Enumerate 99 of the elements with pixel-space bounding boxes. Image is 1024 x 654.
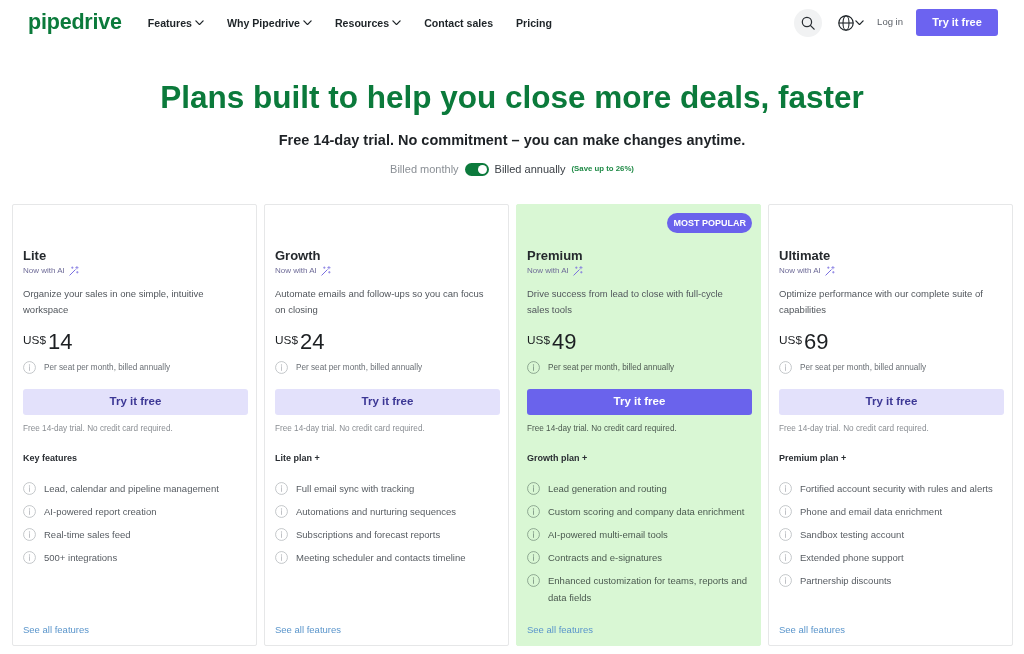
globe-icon <box>838 14 855 31</box>
price: 24 <box>299 329 325 355</box>
feature-item: Custom scoring and company data enrichment <box>548 505 745 519</box>
magic-wand-icon <box>320 266 331 276</box>
feature-item: Contracts and e-signatures <box>548 551 663 565</box>
currency: US$ <box>527 332 550 348</box>
price-note: Per seat per month, billed annually <box>296 362 423 374</box>
page-title: Plans built to help you close more deals, faster <box>159 79 865 116</box>
magic-wand-icon <box>824 266 835 276</box>
trial-note: Free 14-day trial. No credit card required. <box>779 423 930 434</box>
feature-item: AI-powered report creation <box>44 505 157 519</box>
login-link[interactable]: Log in <box>877 15 903 30</box>
info-icon <box>23 505 36 518</box>
info-icon <box>527 505 540 518</box>
info-icon <box>23 361 36 374</box>
info-icon <box>527 551 540 564</box>
billing-label: Billed annually <box>494 162 566 176</box>
search-icon <box>801 15 816 30</box>
info-icon <box>23 482 36 495</box>
plan-badge: MOST POPULAR <box>667 213 752 233</box>
price: 69 <box>803 329 829 355</box>
feature-item: Partnership discounts <box>800 574 892 588</box>
plan-description: Drive success from lead to close with full-cycle sales tools <box>527 287 724 317</box>
features-heading: Growth plan + <box>527 452 589 464</box>
plan-description: Optimize performance with our complete suite of capabilities <box>779 287 984 317</box>
try-free-button[interactable]: Try it free <box>23 389 248 415</box>
billing-label: Billed monthly <box>390 162 459 176</box>
currency: US$ <box>779 332 802 348</box>
logo[interactable]: pipedrive <box>28 11 122 34</box>
feature-item: Fortified account security with rules and alerts <box>800 482 993 496</box>
feature-item: Lead, calendar and pipeline management <box>44 482 219 496</box>
info-icon <box>779 574 792 587</box>
plan-name: Premium <box>527 247 584 264</box>
price-note: Per seat per month, billed annually <box>44 362 171 374</box>
feature-item: Meeting scheduler and contacts timeline <box>296 551 466 565</box>
plan-name: Ultimate <box>779 247 832 264</box>
search-button[interactable] <box>794 8 823 37</box>
feature-item: Real-time sales feed <box>44 528 131 542</box>
ai-note: Now with AI <box>275 265 317 277</box>
feature-item: Sandbox testing account <box>800 528 905 542</box>
info-icon <box>275 505 288 518</box>
feature-item: Extended phone support <box>800 551 904 565</box>
trial-note: Free 14-day trial. No credit card required. <box>527 423 678 434</box>
info-icon <box>527 574 540 587</box>
feature-item: Lead generation and routing <box>548 482 667 496</box>
plan-description: Automate emails and follow-ups so you can focus on closing <box>275 287 485 317</box>
price-note: Per seat per month, billed annually <box>800 362 927 374</box>
features-heading: Lite plan + <box>275 452 321 464</box>
feature-item: 500+ integrations <box>44 551 118 565</box>
plan-name: Growth <box>275 247 322 264</box>
feature-item: Enhanced customization for teams, reports and data fields <box>548 574 749 605</box>
try-free-button[interactable]: Try it free <box>779 389 1004 415</box>
nav-link[interactable]: Contact sales <box>424 15 494 30</box>
feature-item: Phone and email data enrichment <box>800 505 943 519</box>
info-icon <box>527 482 540 495</box>
trial-note: Free 14-day trial. No credit card required. <box>275 423 426 434</box>
feature-item: Subscriptions and forecast reports <box>296 528 441 542</box>
feature-item: Automations and nurturing sequences <box>296 505 457 519</box>
info-icon <box>23 528 36 541</box>
ai-note: Now with AI <box>23 265 65 277</box>
price-note: Per seat per month, billed annually <box>548 362 675 374</box>
magic-wand-icon <box>572 266 583 276</box>
try-free-button[interactable]: Try it free <box>527 389 752 415</box>
info-icon <box>275 528 288 541</box>
language-button[interactable] <box>838 14 865 31</box>
info-icon <box>275 551 288 564</box>
nav-link[interactable]: Why Pipedrive <box>226 15 312 30</box>
try-free-button[interactable]: Try it free <box>275 389 500 415</box>
billing-toggle[interactable] <box>464 162 489 176</box>
plan-name: Lite <box>23 247 48 264</box>
feature-item: AI-powered multi-email tools <box>548 528 668 542</box>
try-free-button[interactable]: Try it free <box>916 9 998 36</box>
features-heading: Premium plan + <box>779 452 848 464</box>
currency: US$ <box>23 332 46 348</box>
info-icon <box>527 361 540 374</box>
info-icon <box>275 361 288 374</box>
info-icon <box>779 482 792 495</box>
info-icon <box>23 551 36 564</box>
nav-link[interactable]: Pricing <box>516 15 552 30</box>
subtitle: Free 14-day trial. No commitment – you can make changes anytime. <box>277 131 747 149</box>
caret-icon <box>855 19 865 26</box>
info-icon <box>779 528 792 541</box>
nav-link[interactable]: Resources <box>334 15 402 30</box>
features-heading: Key features <box>23 452 79 464</box>
ai-note: Now with AI <box>527 265 569 277</box>
ai-note: Now with AI <box>779 265 821 277</box>
info-icon <box>275 482 288 495</box>
info-icon <box>779 505 792 518</box>
currency: US$ <box>275 332 298 348</box>
info-icon <box>779 361 792 374</box>
nav-link[interactable]: Features <box>147 15 204 30</box>
trial-note: Free 14-day trial. No credit card required. <box>23 423 174 434</box>
price: 14 <box>47 329 73 355</box>
info-icon <box>779 551 792 564</box>
price: 49 <box>551 329 577 355</box>
feature-item: Full email sync with tracking <box>296 482 415 496</box>
info-icon <box>527 528 540 541</box>
magic-wand-icon <box>68 266 79 276</box>
plan-description: Organize your sales in one simple, intuitive workspace <box>23 287 205 317</box>
